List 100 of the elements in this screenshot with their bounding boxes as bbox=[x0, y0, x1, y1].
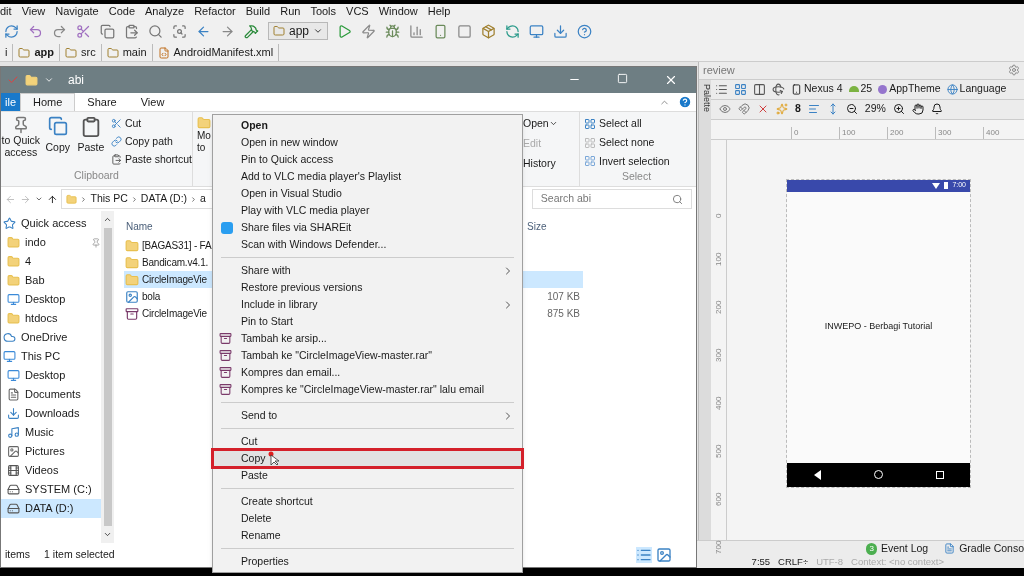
status-item[interactable]: 7:55 bbox=[751, 554, 771, 570]
grid-icon[interactable] bbox=[734, 82, 747, 96]
menu-item[interactable]: Pin to Start bbox=[213, 313, 522, 330]
up-icon[interactable] bbox=[46, 193, 58, 205]
rotate-icon[interactable] bbox=[772, 82, 785, 96]
nav-item[interactable]: OneDrive bbox=[1, 328, 101, 347]
nav-item[interactable]: Pictures bbox=[1, 442, 101, 461]
gradle-sync-icon[interactable] bbox=[505, 23, 521, 39]
menu-item[interactable]: Refactor bbox=[194, 5, 236, 17]
menu-item[interactable]: Cut bbox=[213, 433, 522, 450]
menu-item[interactable]: Add to VLC media player's Playlist bbox=[213, 168, 522, 185]
menu-item[interactable]: Kompres ke "CircleImageView-master.rar" lalu email bbox=[213, 381, 522, 398]
menu-item[interactable]: Window bbox=[378, 5, 418, 17]
package-icon[interactable] bbox=[481, 23, 497, 39]
replace-icon[interactable] bbox=[172, 23, 187, 39]
zoom-in-icon[interactable] bbox=[892, 103, 905, 115]
menu-item[interactable]: Code bbox=[108, 5, 135, 17]
run-icon[interactable] bbox=[337, 23, 353, 39]
breadcrumb-item[interactable]: i bbox=[0, 44, 14, 61]
file-name[interactable]: CircleImageVie bbox=[142, 306, 207, 321]
folder-icon[interactable] bbox=[25, 73, 38, 87]
undo-icon[interactable] bbox=[28, 23, 43, 39]
help-icon[interactable] bbox=[577, 23, 593, 39]
move-to-button[interactable]: Mo to bbox=[193, 112, 209, 186]
eye-icon[interactable] bbox=[719, 103, 731, 115]
menu-item[interactable]: Kompres dan email... bbox=[213, 364, 522, 381]
nav-item[interactable]: SYSTEM (C:) bbox=[1, 480, 101, 499]
monitor-icon[interactable] bbox=[529, 23, 545, 39]
menu-item[interactable]: Send to bbox=[213, 407, 522, 424]
address-segment[interactable]: This PC bbox=[90, 191, 128, 207]
menu-item[interactable]: Create shortcut bbox=[213, 493, 522, 510]
hammer-icon[interactable] bbox=[244, 23, 259, 39]
ribbon-button[interactable]: Copy path bbox=[110, 133, 192, 150]
ribbon-button[interactable]: Open bbox=[523, 116, 579, 132]
ribbon-button[interactable]: Select all bbox=[584, 116, 689, 132]
menu-item[interactable]: dit bbox=[0, 5, 12, 17]
nav-item[interactable]: DATA (D:) bbox=[1, 499, 101, 518]
align-icon[interactable] bbox=[807, 103, 820, 115]
theme-dropdown[interactable]: AppTheme bbox=[878, 81, 941, 97]
search-icon[interactable] bbox=[148, 23, 163, 39]
recents-icon[interactable] bbox=[935, 470, 944, 479]
close-icon[interactable] bbox=[664, 73, 678, 87]
palette-tab[interactable]: Palette bbox=[699, 83, 713, 112]
menu-item[interactable]: View bbox=[21, 5, 46, 17]
nav-item[interactable]: Desktop bbox=[1, 366, 101, 385]
menu-item[interactable]: Delete bbox=[213, 510, 522, 527]
menu-item[interactable]: Rename bbox=[213, 527, 522, 544]
large-icons-view-icon[interactable] bbox=[656, 547, 672, 563]
pan-icon[interactable] bbox=[911, 103, 924, 115]
breadcrumb-item[interactable]: AndroidManifest.xml bbox=[152, 44, 280, 61]
api-dropdown[interactable]: 25 bbox=[848, 81, 873, 97]
nav-item[interactable]: htdocs bbox=[1, 309, 101, 328]
ribbon-button[interactable]: Select none bbox=[584, 134, 689, 151]
ribbon-button[interactable]: History bbox=[523, 155, 579, 172]
device-icon[interactable] bbox=[433, 23, 449, 39]
layout-icon[interactable] bbox=[715, 82, 728, 96]
menu-item[interactable]: Open in new window bbox=[213, 134, 522, 151]
stop-icon[interactable] bbox=[457, 23, 473, 39]
margin-value[interactable]: 8 bbox=[795, 101, 801, 117]
caret-icon[interactable] bbox=[44, 75, 54, 85]
menu-item[interactable]: Copy bbox=[213, 450, 522, 467]
menu-item[interactable]: Help bbox=[427, 5, 451, 17]
lightning-icon[interactable] bbox=[361, 23, 377, 39]
paste-icon[interactable] bbox=[124, 23, 139, 39]
nav-item[interactable]: Videos bbox=[1, 461, 101, 480]
menu-item[interactable]: Run bbox=[280, 5, 301, 17]
bell-icon[interactable] bbox=[930, 103, 943, 115]
address-segment[interactable]: a bbox=[200, 191, 206, 207]
sync-icon[interactable] bbox=[4, 23, 19, 39]
menu-item[interactable]: Include in library bbox=[213, 296, 522, 313]
menu-item[interactable]: Paste bbox=[213, 467, 522, 484]
breadcrumb-item[interactable]: src bbox=[60, 44, 102, 61]
file-name[interactable]: Bandicam.v4.1. bbox=[142, 255, 209, 270]
ribbon-tab[interactable]: Share bbox=[75, 93, 129, 111]
column-header[interactable]: Size bbox=[524, 218, 547, 234]
menu-item[interactable]: Play with VLC media player bbox=[213, 202, 522, 219]
nav-item[interactable]: Documents bbox=[1, 385, 101, 404]
breadcrumb-item[interactable]: app bbox=[13, 44, 60, 61]
back-icon[interactable] bbox=[813, 469, 821, 480]
paste-button[interactable]: Paste bbox=[74, 116, 107, 169]
zoom-out-icon[interactable] bbox=[845, 103, 858, 115]
columns-icon[interactable] bbox=[753, 82, 766, 96]
nav-item[interactable]: Quick access bbox=[1, 214, 101, 233]
menu-item[interactable]: Navigate bbox=[55, 5, 99, 17]
profiler-icon[interactable] bbox=[409, 23, 425, 39]
recent-icon[interactable] bbox=[34, 195, 43, 203]
menu-item[interactable]: Tambah ke arsip... bbox=[213, 330, 522, 347]
debug-icon[interactable] bbox=[385, 23, 401, 39]
nav-item[interactable]: Bab bbox=[1, 271, 101, 290]
tool-window-button[interactable]: Gradle Conso bbox=[944, 540, 1024, 557]
file-tab[interactable]: ile bbox=[1, 93, 20, 111]
file-name[interactable]: [BAGAS31] - FA bbox=[142, 238, 212, 253]
menu-item[interactable]: Share files via SHAREit bbox=[213, 219, 522, 236]
ribbon-tab[interactable]: Home bbox=[20, 93, 76, 111]
copy-icon[interactable] bbox=[100, 23, 115, 39]
menu-item[interactable]: Open bbox=[213, 117, 522, 134]
menu-item[interactable]: Properties bbox=[213, 553, 522, 570]
menu-item[interactable]: Analyze bbox=[145, 5, 185, 17]
menu-item[interactable]: Open in Visual Studio bbox=[213, 185, 522, 202]
breadcrumb-item[interactable]: main bbox=[101, 44, 153, 61]
